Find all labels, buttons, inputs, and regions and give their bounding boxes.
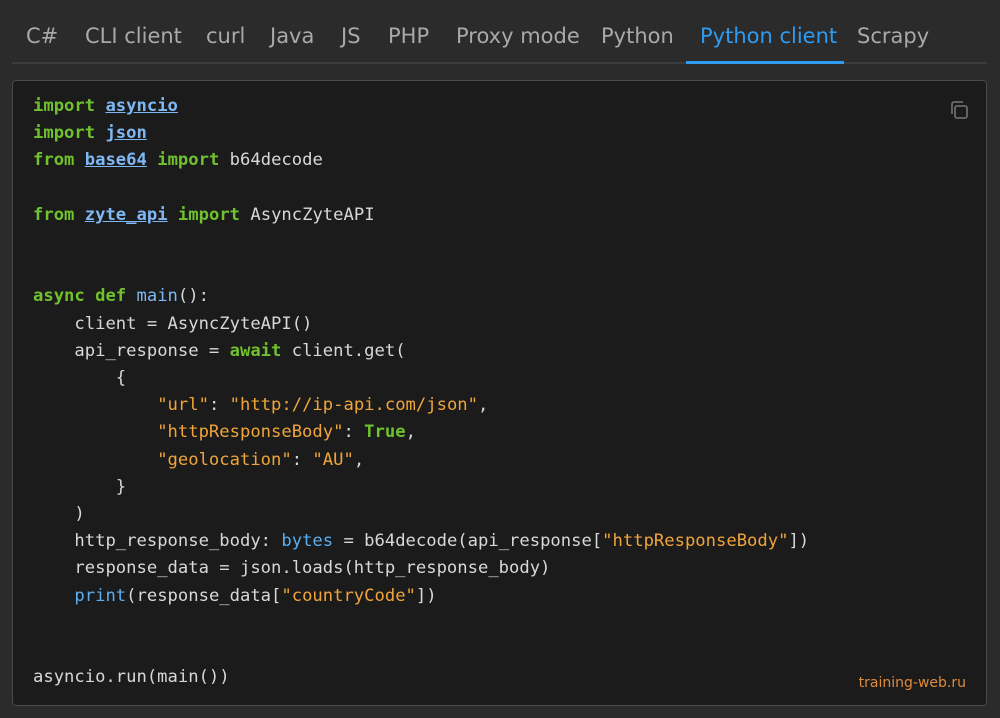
tab-curl[interactable]: curl [206,0,245,64]
tab-cli-client[interactable]: CLI client [85,0,182,64]
tab-python[interactable]: Python [601,0,674,64]
tab-proxy-mode[interactable]: Proxy mode [456,0,580,64]
language-tabs: C# CLI client curl Java JS PHP Proxy mod… [12,0,987,64]
tab-csharp[interactable]: C# [26,0,58,64]
tab-php[interactable]: PHP [388,0,429,64]
tab-java[interactable]: Java [270,0,314,64]
module-zyte-api[interactable]: zyte_api [85,205,168,225]
copy-icon[interactable] [948,99,970,121]
tab-python-client[interactable]: Python client [686,0,844,64]
module-json[interactable]: json [105,123,146,143]
module-asyncio[interactable]: asyncio [105,96,177,116]
tab-scrapy[interactable]: Scrapy [857,0,929,64]
tab-js[interactable]: JS [341,0,361,64]
watermark: training-web.ru [858,675,966,691]
module-base64[interactable]: base64 [85,150,147,170]
code-block: import asyncio import json from base64 i… [12,80,987,706]
code-text: import asyncio import json from base64 i… [33,96,810,688]
